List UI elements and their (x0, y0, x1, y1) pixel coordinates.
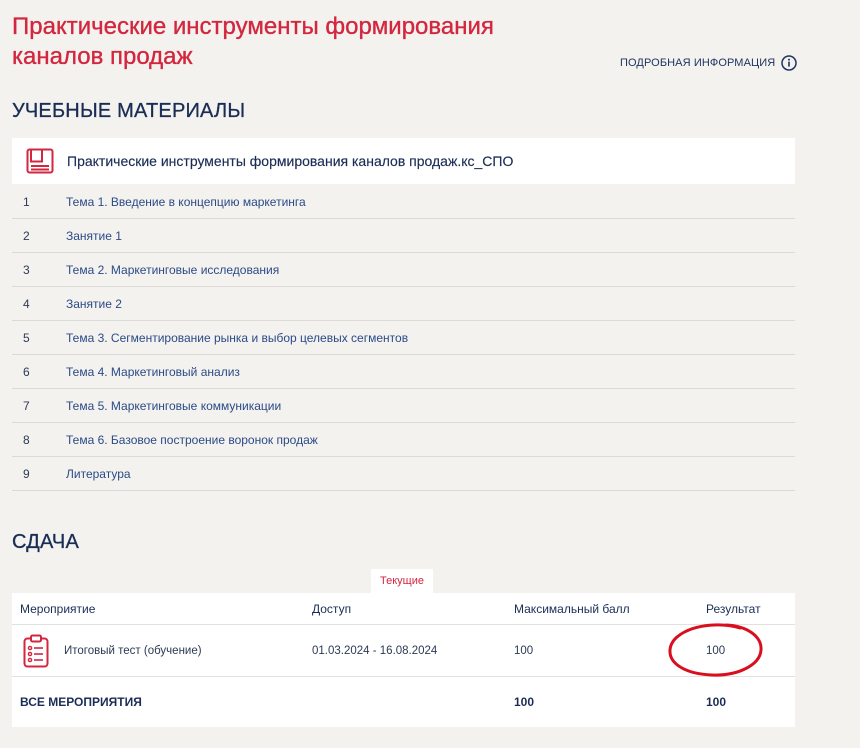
column-header-event: Мероприятие (20, 601, 96, 616)
total-row: ВСЕ МЕРОПРИЯТИЯ 100 100 (12, 677, 795, 727)
column-header-result: Результат (706, 601, 761, 616)
item-link[interactable]: Тема 4. Маркетинговый анализ (66, 365, 240, 379)
item-number: 3 (23, 262, 30, 277)
list-item[interactable]: 4 Занятие 2 (12, 287, 795, 321)
list-item[interactable]: 8 Тема 6. Базовое построение воронок прод… (12, 423, 795, 457)
item-link[interactable]: Тема 1. Введение в концепцию маркетинга (66, 195, 306, 209)
list-item[interactable]: 9 Литература (12, 457, 795, 491)
item-link[interactable]: Тема 3. Сегментирование рынка и выбор це… (66, 331, 408, 345)
materials-heading: УЧЕБНЫЕ МАТЕРИАЛЫ (12, 100, 246, 122)
column-header-max-score: Максимальный балл (514, 601, 630, 616)
item-number: 1 (23, 194, 30, 209)
list-item[interactable]: 2 Занятие 1 (12, 219, 795, 253)
item-link[interactable]: Занятие 2 (66, 297, 122, 311)
item-link[interactable]: Тема 5. Маркетинговые коммуникации (66, 399, 281, 413)
table-row[interactable]: Итоговый тест (обучение) 01.03.2024 - 16… (12, 625, 795, 677)
max-score-cell: 100 (514, 644, 534, 657)
result-cell: 100 (706, 644, 726, 657)
course-card[interactable]: Практические инструменты формирования ка… (12, 138, 795, 184)
materials-list: 1 Тема 1. Введение в концепцию маркетинга… (12, 185, 795, 491)
more-info-label: ПОДРОБНАЯ ИНФОРМАЦИЯ (620, 57, 776, 69)
event-cell: Итоговый тест (обучение) (12, 634, 312, 668)
total-label: ВСЕ МЕРОПРИЯТИЯ (20, 695, 142, 709)
list-item[interactable]: 1 Тема 1. Введение в концепцию маркетинга (12, 185, 795, 219)
page-title: Практические инструменты формирования ка… (12, 13, 494, 70)
book-icon (26, 148, 54, 174)
item-link[interactable]: Тема 6. Базовое построение воронок прода… (66, 433, 318, 447)
more-info-link[interactable]: ПОДРОБНАЯ ИНФОРМАЦИЯ (620, 55, 798, 71)
access-cell: 01.03.2024 - 16.08.2024 (312, 644, 438, 657)
item-link[interactable]: Литература (66, 467, 131, 481)
item-number: 2 (23, 228, 30, 243)
submission-heading: СДАЧА (12, 531, 79, 553)
list-item[interactable]: 5 Тема 3. Сегментирование рынка и выбор ц… (12, 321, 795, 355)
info-circle-icon (781, 55, 798, 71)
list-item[interactable]: 3 Тема 2. Маркетинговые исследования (12, 253, 795, 287)
events-table: Мероприятие Доступ Максимальный балл Рез… (12, 593, 795, 727)
item-link[interactable]: Занятие 1 (66, 229, 122, 243)
item-number: 9 (23, 466, 30, 481)
tab-current[interactable]: Текущие (371, 569, 433, 593)
item-link[interactable]: Тема 2. Маркетинговые исследования (66, 263, 279, 277)
item-number: 5 (23, 330, 30, 345)
item-number: 7 (23, 398, 30, 413)
item-number: 6 (23, 364, 30, 379)
item-number: 4 (23, 296, 30, 311)
total-max-score: 100 (514, 695, 535, 709)
table-header: Мероприятие Доступ Максимальный балл Рез… (12, 593, 795, 625)
total-result: 100 (706, 695, 727, 709)
list-item[interactable]: 7 Тема 5. Маркетинговые коммуникации (12, 389, 795, 423)
item-number: 8 (23, 432, 30, 447)
column-header-access: Доступ (312, 601, 352, 616)
course-name: Практические инструменты формирования ка… (67, 153, 514, 169)
event-name[interactable]: Итоговый тест (обучение) (64, 645, 202, 657)
clipboard-list-icon (23, 634, 49, 667)
list-item[interactable]: 6 Тема 4. Маркетинговый анализ (12, 355, 795, 389)
